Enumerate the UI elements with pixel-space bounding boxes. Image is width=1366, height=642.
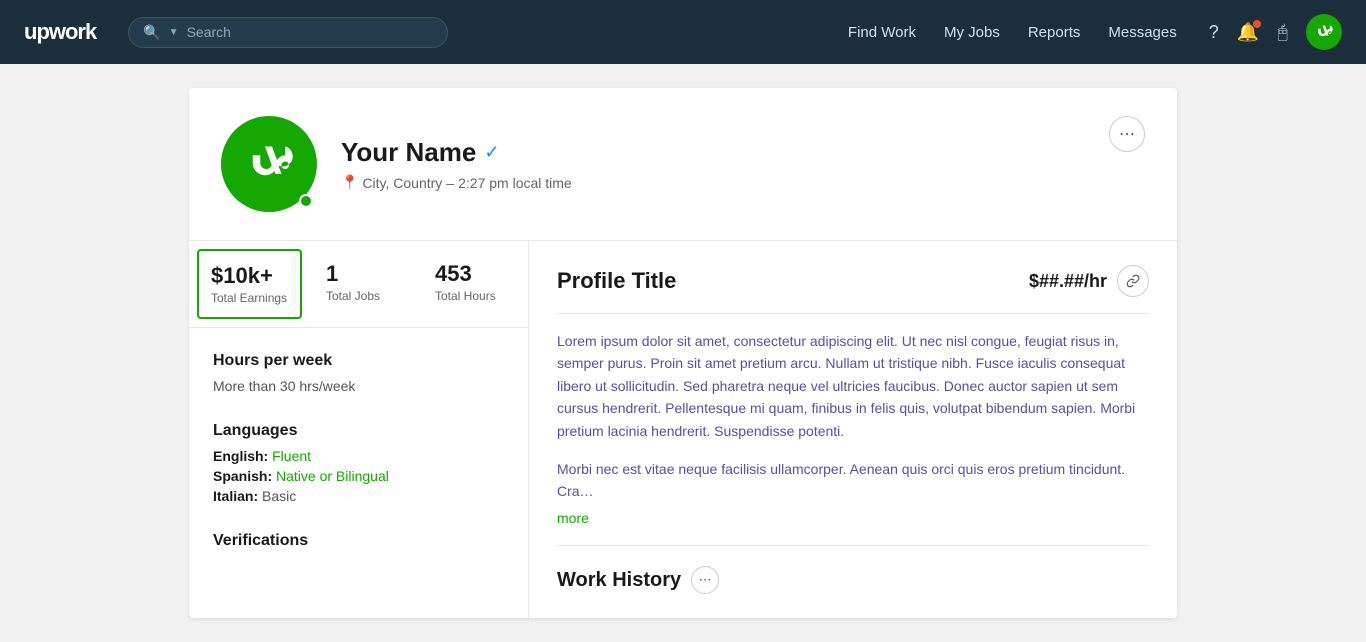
profile-info: Your Name ✓ 📍 City, Country – 2:27 pm lo… (341, 137, 1085, 191)
language-list: English: Fluent Spanish: Native or Bilin… (213, 448, 504, 504)
nav-find-work[interactable]: Find Work (848, 24, 916, 41)
link-icon (1126, 274, 1140, 288)
page-content: Your Name ✓ 📍 City, Country – 2:27 pm lo… (173, 88, 1193, 618)
main-panel: Profile Title $##.##/hr Lorem ipsum dolo… (529, 241, 1177, 618)
bio-more-link[interactable]: more (557, 507, 589, 529)
nav-reports[interactable]: Reports (1028, 24, 1081, 41)
profile-card: Your Name ✓ 📍 City, Country – 2:27 pm lo… (189, 88, 1177, 618)
verified-badge: ✓ (484, 142, 499, 163)
avatar-logo-icon (239, 134, 299, 194)
user-avatar-btn[interactable] (1306, 14, 1342, 50)
location-pin-icon: 📍 (341, 174, 358, 191)
work-history-section: Work History ⋯ (557, 545, 1149, 594)
profile-link-button[interactable] (1117, 265, 1149, 297)
earnings-label: Total Earnings (211, 291, 288, 305)
profile-location: 📍 City, Country – 2:27 pm local time (341, 174, 1085, 191)
languages-label: Languages (213, 422, 504, 440)
header-icons: ? 🔔 🖰 (1209, 14, 1342, 50)
nav-messages[interactable]: Messages (1108, 24, 1176, 41)
online-indicator (299, 194, 313, 208)
nav-my-jobs[interactable]: My Jobs (944, 24, 1000, 41)
language-italian: Italian: Basic (213, 488, 504, 504)
stat-total-hours[interactable]: 453 Total Hours (419, 241, 528, 327)
verifications-section: Verifications (213, 532, 504, 550)
header: upwork 🔍 ▼ Search Find Work My Jobs Repo… (0, 0, 1366, 64)
language-italian-level: Basic (262, 488, 296, 504)
notifications-icon[interactable]: 🔔 (1237, 22, 1259, 43)
language-spanish-level: Native or Bilingual (276, 468, 389, 484)
profile-header: Your Name ✓ 📍 City, Country – 2:27 pm lo… (189, 88, 1177, 241)
jobs-value: 1 (326, 261, 403, 287)
hours-per-week-label: Hours per week (213, 352, 504, 370)
bio-paragraph-2: Morbi nec est vitae neque facilisis ulla… (557, 458, 1149, 529)
earnings-value: $10k+ (211, 263, 288, 289)
upwork-logo-icon (1313, 21, 1335, 43)
language-english-name: English: (213, 448, 268, 464)
location-text: City, Country (362, 175, 442, 191)
search-icon: 🔍 (143, 24, 160, 41)
verifications-label: Verifications (213, 532, 504, 550)
bio-paragraph-2-text: Morbi nec est vitae neque facilisis ulla… (557, 461, 1125, 499)
jobs-label: Total Jobs (326, 289, 403, 303)
language-english: English: Fluent (213, 448, 504, 464)
language-spanish-name: Spanish: (213, 468, 272, 484)
cursor-icon[interactable]: 🖰 (1277, 22, 1288, 43)
hours-value: 453 (435, 261, 512, 287)
profile-body: $10k+ Total Earnings 1 Total Jobs 453 To… (189, 241, 1177, 618)
divider (557, 313, 1149, 314)
search-bar[interactable]: 🔍 ▼ Search (128, 17, 448, 48)
avatar (221, 116, 317, 212)
sidebar-content: Hours per week More than 30 hrs/week Lan… (189, 328, 528, 602)
profile-name-row: Your Name ✓ (341, 137, 1085, 168)
work-history-title: Work History (557, 569, 681, 592)
rate-text: $##.##/hr (1029, 271, 1107, 292)
stat-total-earnings[interactable]: $10k+ Total Earnings (197, 249, 302, 319)
logo[interactable]: upwork (24, 19, 96, 45)
languages-section: Languages English: Fluent Spanish: Nativ… (213, 422, 504, 504)
stats-row: $10k+ Total Earnings 1 Total Jobs 453 To… (189, 241, 528, 328)
sidebar-panel: $10k+ Total Earnings 1 Total Jobs 453 To… (189, 241, 529, 618)
language-spanish: Spanish: Native or Bilingual (213, 468, 504, 484)
local-time-text: 2:27 pm local time (458, 175, 572, 191)
rate-row: $##.##/hr (1029, 265, 1149, 297)
hours-per-week-section: Hours per week More than 30 hrs/week (213, 352, 504, 394)
language-italian-name: Italian: (213, 488, 258, 504)
work-history-more-button[interactable]: ⋯ (691, 566, 719, 594)
profile-title-row: Profile Title $##.##/hr (557, 265, 1149, 297)
bio-paragraph-1: Lorem ipsum dolor sit amet, consectetur … (557, 330, 1149, 442)
hours-per-week-value: More than 30 hrs/week (213, 378, 504, 394)
time-separator: – (446, 175, 454, 191)
logo-text: upwork (24, 19, 96, 45)
header-nav: Find Work My Jobs Reports Messages (848, 24, 1177, 41)
profile-name: Your Name (341, 137, 476, 168)
profile-title: Profile Title (557, 268, 676, 294)
search-dropdown-arrow: ▼ (169, 27, 179, 38)
stat-total-jobs[interactable]: 1 Total Jobs (310, 241, 419, 327)
help-icon[interactable]: ? (1209, 22, 1219, 43)
hours-label: Total Hours (435, 289, 512, 303)
notification-dot (1253, 20, 1261, 28)
search-input[interactable]: Search (187, 24, 434, 40)
profile-more-button[interactable]: ⋯ (1109, 116, 1145, 152)
language-english-level: Fluent (272, 448, 311, 464)
